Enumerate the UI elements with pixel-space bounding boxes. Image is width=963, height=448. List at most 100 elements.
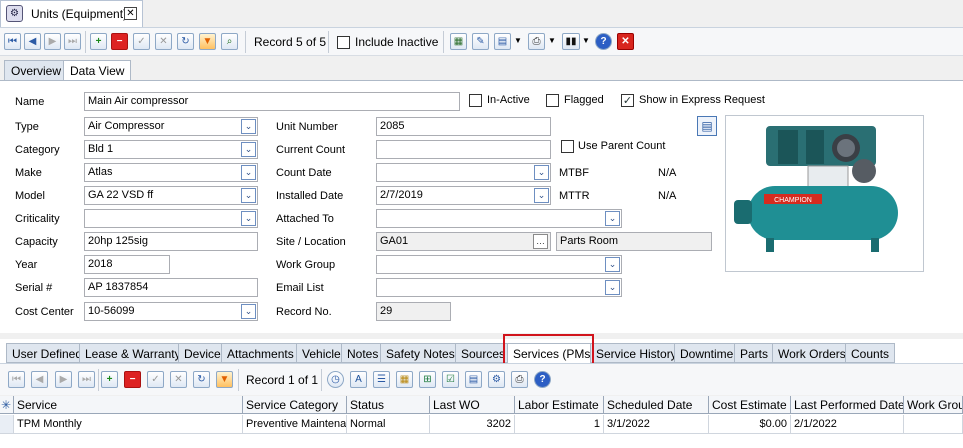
chevron-down-icon[interactable]: ⌄	[241, 119, 256, 134]
save-icon[interactable]: ✓	[147, 371, 164, 388]
column-header[interactable]: Service	[14, 396, 243, 414]
column-header[interactable]: Last WO	[430, 396, 515, 414]
cost-center-select[interactable]: 10-56099	[84, 302, 258, 321]
print-icon[interactable]: ⎙	[528, 33, 545, 50]
table-cell[interactable]: Preventive Maintenance	[243, 415, 347, 434]
use-parent-count-checkbox[interactable]	[561, 140, 574, 153]
serial-field[interactable]: AP 1837854	[84, 278, 258, 297]
chevron-down-icon[interactable]: ⌄	[241, 188, 256, 203]
close-icon[interactable]: ✕	[124, 7, 137, 20]
first-record-icon[interactable]: ⏮	[8, 371, 25, 388]
clock-icon[interactable]: ◷	[327, 371, 344, 388]
column-header[interactable]: Work Group	[904, 396, 963, 414]
chevron-down-icon[interactable]: ⌄	[241, 211, 256, 226]
flagged-checkbox[interactable]	[546, 94, 559, 107]
last-record-icon[interactable]: ⏭	[64, 33, 81, 50]
table-cell[interactable]: 1	[515, 415, 604, 434]
capacity-field[interactable]: 20hp 125sig	[84, 232, 258, 251]
help-icon[interactable]: ?	[595, 33, 612, 50]
criticality-select[interactable]	[84, 209, 258, 228]
delete-icon[interactable]: −	[124, 371, 141, 388]
chevron-down-icon[interactable]: ⌄	[241, 304, 256, 319]
type-select[interactable]: Air Compressor	[84, 117, 258, 136]
chevron-down-icon[interactable]: ⌄	[605, 257, 620, 272]
chevron-down-icon[interactable]: ⌄	[534, 165, 549, 180]
print-icon[interactable]: ⎙	[511, 371, 528, 388]
list-icon[interactable]: ☰	[373, 371, 390, 388]
category-select[interactable]: Bld 1	[84, 140, 258, 159]
picture-menu-icon[interactable]: ▤	[697, 116, 717, 136]
exit-icon[interactable]: ✕	[617, 33, 634, 50]
count-date-field[interactable]	[376, 163, 551, 182]
unit-number-field[interactable]: 2085	[376, 117, 551, 136]
inactive-checkbox[interactable]	[469, 94, 482, 107]
tab-parts[interactable]: Parts	[734, 343, 775, 363]
column-header[interactable]: Service Category	[243, 396, 347, 414]
hierarchy-icon[interactable]: ⊞	[419, 371, 436, 388]
include-inactive-checkbox[interactable]	[337, 36, 350, 49]
tab-service-history[interactable]: Service History	[590, 343, 683, 363]
table-cell[interactable]: TPM Monthly	[14, 415, 243, 434]
tab-work-orders[interactable]: Work Orders	[772, 343, 852, 363]
express-request-checkbox[interactable]	[621, 94, 634, 107]
spellcheck-icon[interactable]: A	[350, 371, 367, 388]
column-header[interactable]: Status	[347, 396, 430, 414]
table-cell[interactable]: Normal	[347, 415, 430, 434]
calendar-icon[interactable]: ▦	[396, 371, 413, 388]
table-cell[interactable]: 2/1/2022	[791, 415, 904, 434]
tab-notes[interactable]: Notes	[341, 343, 385, 363]
tab-counts[interactable]: Counts	[845, 343, 896, 363]
current-count-field[interactable]	[376, 140, 551, 159]
schedule-icon[interactable]: ▤	[465, 371, 482, 388]
attached-to-select[interactable]	[376, 209, 622, 228]
column-header[interactable]: Labor Estimate	[515, 396, 604, 414]
site-field[interactable]: GA01	[376, 232, 551, 251]
table-cell[interactable]: 3/1/2022	[604, 415, 709, 434]
chevron-down-icon[interactable]: ⌄	[241, 165, 256, 180]
filter-icon[interactable]: ▼	[199, 33, 216, 50]
refresh-icon[interactable]: ↻	[193, 371, 210, 388]
checklist-icon[interactable]: ☑	[442, 371, 459, 388]
next-record-icon[interactable]: ▶	[44, 33, 61, 50]
installed-date-field[interactable]: 2/7/2019	[376, 186, 551, 205]
chevron-down-icon[interactable]: ▼	[548, 36, 556, 45]
email-list-select[interactable]	[376, 278, 622, 297]
previous-record-icon[interactable]: ◀	[31, 371, 48, 388]
tab-device[interactable]: Device	[178, 343, 227, 363]
make-select[interactable]: Atlas	[84, 163, 258, 182]
cancel-icon[interactable]: ✕	[170, 371, 187, 388]
equipment-picture[interactable]: CHAMPION	[725, 115, 924, 272]
tab-user-defined[interactable]: User Defined	[6, 343, 89, 363]
tab-downtime[interactable]: Downtime	[674, 343, 740, 363]
work-group-select[interactable]	[376, 255, 622, 274]
report-icon[interactable]: ▦	[450, 33, 467, 50]
browse-icon[interactable]: …	[533, 234, 548, 249]
add-icon[interactable]: +	[90, 33, 107, 50]
chevron-down-icon[interactable]: ⌄	[605, 211, 620, 226]
name-field[interactable]: Main Air compressor	[84, 92, 460, 111]
filter-icon[interactable]: ▼	[216, 371, 233, 388]
tab-data-view[interactable]: Data View	[63, 60, 132, 81]
search-icon[interactable]: ⌕	[221, 33, 238, 50]
year-field[interactable]: 2018	[84, 255, 170, 274]
tab-vehicle[interactable]: Vehicle	[296, 343, 347, 363]
table-cell[interactable]	[904, 415, 963, 434]
layout-icon[interactable]: ▤	[494, 33, 511, 50]
last-record-icon[interactable]: ⏭	[78, 371, 95, 388]
delete-icon[interactable]: −	[111, 33, 128, 50]
table-cell[interactable]: 3202	[430, 415, 515, 434]
save-icon[interactable]: ✓	[133, 33, 150, 50]
refresh-icon[interactable]: ↻	[177, 33, 194, 50]
chevron-down-icon[interactable]: ▼	[514, 36, 522, 45]
chevron-down-icon[interactable]: ▼	[582, 36, 590, 45]
chevron-down-icon[interactable]: ⌄	[534, 188, 549, 203]
chevron-down-icon[interactable]: ⌄	[605, 280, 620, 295]
model-select[interactable]: GA 22 VSD ff	[84, 186, 258, 205]
column-header[interactable]: Last Performed Date	[791, 396, 904, 414]
row-selector[interactable]	[0, 415, 14, 434]
tab-attachments[interactable]: Attachments	[221, 343, 300, 363]
table-cell[interactable]: $0.00	[709, 415, 791, 434]
tab-lease-warranty[interactable]: Lease & Warranty	[79, 343, 187, 363]
next-record-icon[interactable]: ▶	[55, 371, 72, 388]
tab-safety-notes[interactable]: Safety Notes	[380, 343, 461, 363]
